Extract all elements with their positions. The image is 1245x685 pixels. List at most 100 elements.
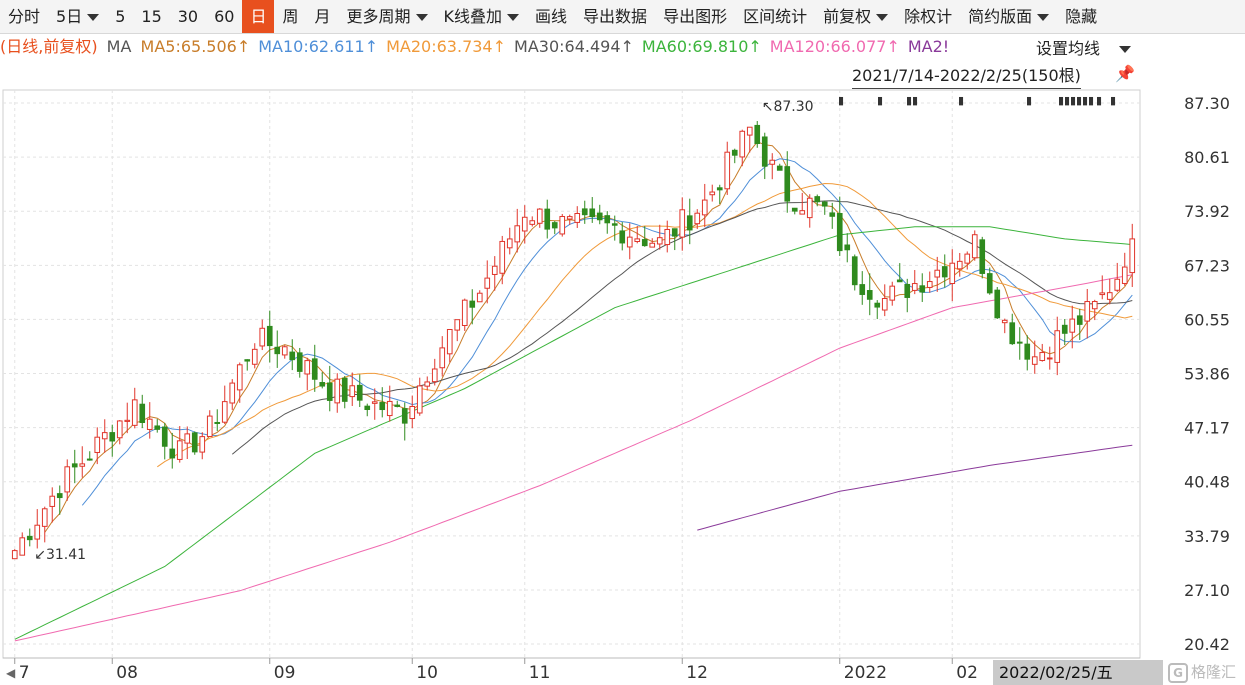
candle-body [1061, 324, 1068, 334]
candle-body [191, 432, 198, 453]
candle-body [11, 550, 18, 560]
candle-body [589, 208, 596, 218]
event-marker-icon[interactable]: ▮ [1110, 94, 1116, 107]
candle-body [911, 283, 918, 291]
candle-body [326, 382, 333, 401]
scroll-left-icon[interactable]: ◀ [6, 666, 16, 680]
candle-body [596, 212, 603, 221]
x-tick-label: 12 [686, 663, 708, 683]
candle-body [634, 238, 641, 242]
candle-body [1024, 343, 1031, 360]
kline-chart[interactable]: 87.30 80.61 73.92 67.23 60.55 53.86 47.17 40.48… [0, 0, 1245, 685]
candle-body [334, 378, 341, 404]
candle-body [1121, 266, 1128, 284]
candle-body [259, 327, 266, 347]
event-marker-icon[interactable]: ▮ [912, 94, 918, 107]
candle-body [244, 359, 251, 362]
logo-icon: G [1168, 662, 1188, 683]
y-tick-label: 80.61 [1184, 148, 1230, 167]
event-marker-icon[interactable]: ▮ [1088, 94, 1094, 107]
candle-body [874, 302, 881, 308]
candle-body [311, 358, 318, 380]
candle-body [724, 151, 731, 190]
candle-body [581, 208, 588, 216]
candle-body [919, 285, 926, 293]
candle-body [641, 239, 648, 247]
candle-body [401, 408, 408, 424]
candle-body [859, 284, 866, 295]
candle-body [656, 237, 663, 245]
candle-body [1091, 301, 1098, 310]
candle-body [79, 463, 86, 467]
event-marker-icon[interactable]: ▮ [838, 94, 844, 107]
candle-body [1129, 238, 1136, 274]
candle-body [836, 212, 843, 252]
candle-body [394, 404, 401, 407]
y-tick-label: 33.79 [1184, 527, 1230, 546]
candle-body [139, 403, 146, 423]
candle-body [709, 191, 716, 196]
candle-body [574, 213, 581, 223]
candle-body [529, 220, 536, 225]
candle-body [154, 425, 161, 430]
x-tick-label: 09 [274, 663, 296, 683]
candle-body [1084, 301, 1091, 322]
candle-body [109, 432, 116, 442]
candle-body [1046, 357, 1053, 360]
candle-body [296, 352, 303, 372]
candle-body [161, 426, 168, 447]
candle-body [851, 256, 858, 286]
y-tick-label: 47.17 [1184, 419, 1230, 438]
candle-body [461, 299, 468, 327]
x-tick-label: 7 [19, 663, 30, 683]
candle-body [769, 159, 776, 165]
candle-body [1106, 292, 1113, 300]
event-marker-icon[interactable]: ▮ [1026, 94, 1032, 107]
candle-body [896, 279, 903, 283]
candle-body [446, 328, 453, 355]
event-marker-icon[interactable]: ▮ [1096, 94, 1102, 107]
candle-body [169, 448, 176, 459]
candle-body [64, 466, 71, 493]
candle-body [559, 216, 566, 235]
candle-body [971, 234, 978, 259]
candle-body [71, 463, 78, 468]
candle-body [754, 124, 761, 145]
candle-body [266, 325, 273, 347]
event-marker-icon[interactable]: ▮ [958, 94, 964, 107]
candle-body [604, 215, 611, 224]
candle-body [214, 421, 221, 424]
candle-body [761, 136, 768, 167]
event-marker-icon[interactable]: ▮ [877, 94, 883, 107]
candle-body [739, 130, 746, 158]
candle-body [889, 285, 896, 301]
candle-body [349, 385, 356, 398]
candle-body [566, 216, 573, 220]
candle-body [1099, 292, 1106, 296]
candle-body [289, 351, 296, 361]
candle-body [19, 537, 26, 556]
watermark-logo: G 格隆汇 [1168, 660, 1236, 685]
candle-body [979, 239, 986, 274]
candle-body [26, 535, 33, 541]
candle-body [701, 199, 708, 216]
candle-body [821, 201, 828, 207]
y-tick-label: 27.10 [1184, 581, 1230, 600]
candle-body [926, 281, 933, 288]
candle-body [236, 364, 243, 391]
candle-body [1009, 322, 1016, 345]
candle-body [1054, 330, 1061, 363]
candle-body [439, 347, 446, 369]
candle-body [499, 240, 506, 274]
candle-body [791, 207, 798, 212]
y-tick-label: 40.48 [1184, 473, 1230, 492]
candle-body [319, 382, 326, 387]
candle-body [229, 382, 236, 404]
candle-body [281, 346, 288, 356]
y-tick-label: 60.55 [1184, 310, 1230, 329]
candle-body [34, 524, 41, 540]
candle-body [476, 292, 483, 303]
candle-body [1114, 278, 1121, 291]
candle-body [491, 265, 498, 275]
candle-body [1076, 315, 1083, 325]
